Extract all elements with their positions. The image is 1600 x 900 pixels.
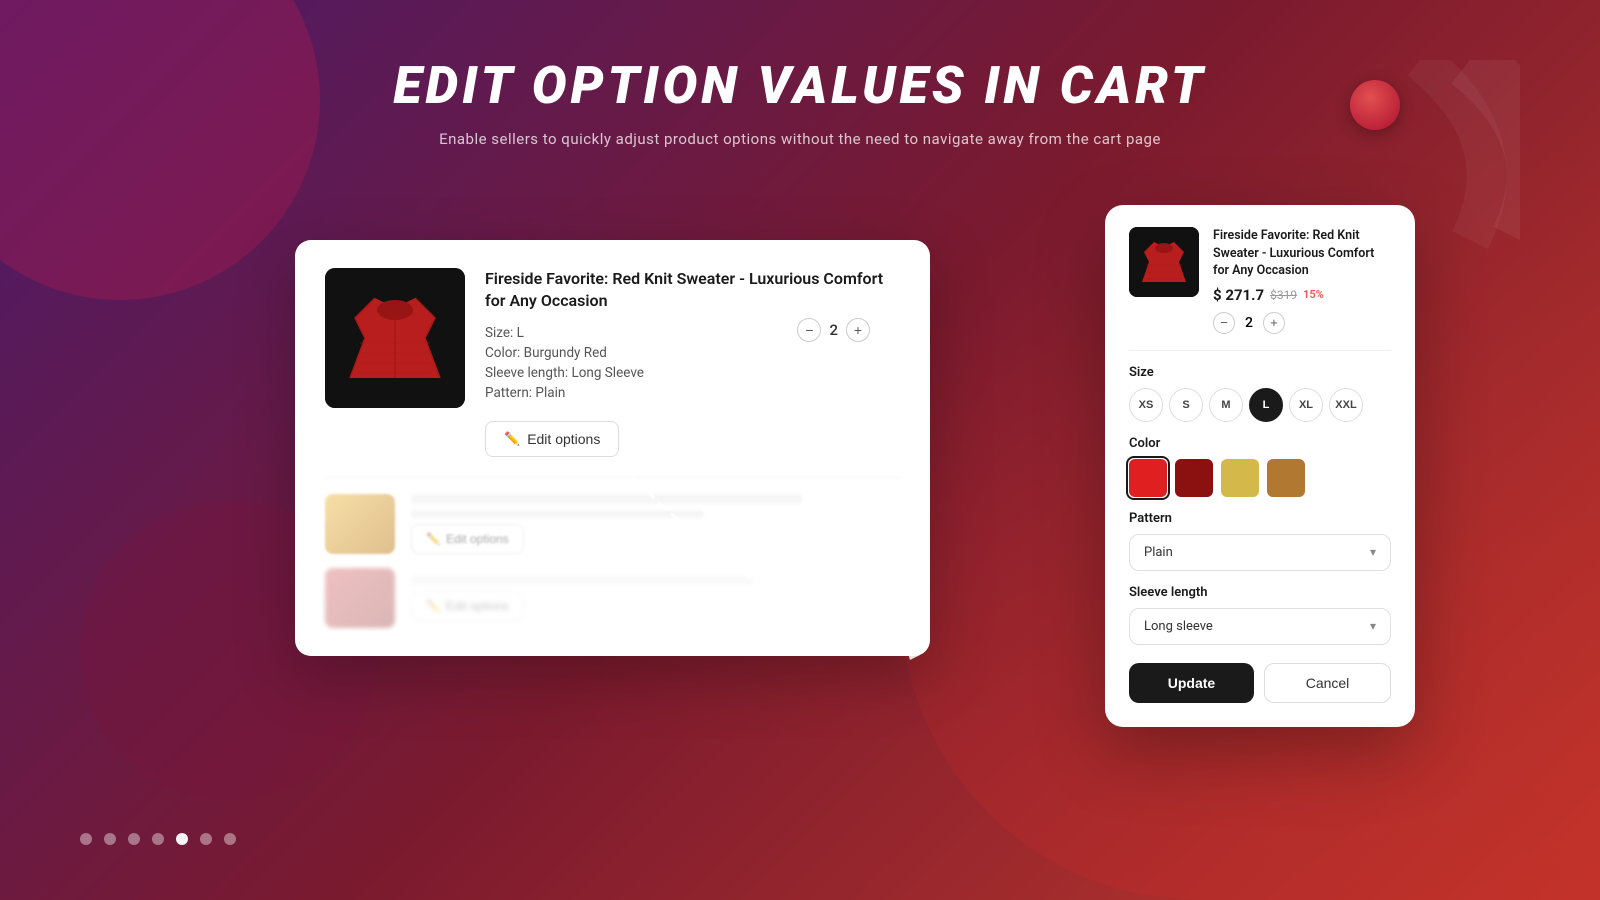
- sleeve-option-section: Sleeve length Long sleeve ▾: [1129, 585, 1391, 645]
- cart-item-2-image: [325, 494, 395, 554]
- pattern-label: Pattern: [1129, 511, 1391, 526]
- size-btn-l[interactable]: L: [1249, 388, 1283, 422]
- size-label: Size: [1129, 365, 1391, 380]
- dot-6[interactable]: [200, 833, 212, 845]
- color-swatch-red[interactable]: [1129, 459, 1167, 497]
- pattern-option-section: Pattern Plain ▾: [1129, 511, 1391, 571]
- edit-options-label-2: Edit options: [446, 532, 509, 546]
- modal-qty-increase[interactable]: +: [1263, 312, 1285, 334]
- chevron-down-icon: ▾: [1370, 545, 1376, 559]
- page-subtitle: Enable sellers to quickly adjust product…: [0, 130, 1600, 148]
- pagination-dots: [80, 833, 236, 845]
- modal-price-old: $319: [1270, 288, 1297, 302]
- cart-item-1: Fireside Favorite: Red Knit Sweater - Lu…: [325, 268, 900, 457]
- cart-item-image: [325, 268, 465, 408]
- cart-item-sleeve: Sleeve length: Long Sleeve: [485, 365, 900, 381]
- dot-7[interactable]: [224, 833, 236, 845]
- modal-product-thumbnail: [1129, 227, 1199, 297]
- qty-increase-button[interactable]: +: [846, 318, 870, 342]
- bg-decoration-circle-1: [0, 0, 320, 300]
- qty-value: 2: [829, 321, 838, 339]
- cancel-button[interactable]: Cancel: [1264, 663, 1391, 703]
- size-option-section: Size XS S M L XL XXL: [1129, 365, 1391, 422]
- modal-qty-controls: − 2 +: [1213, 312, 1391, 334]
- dot-4[interactable]: [152, 833, 164, 845]
- modal-product-info: Fireside Favorite: Red Knit Sweater - Lu…: [1213, 227, 1391, 334]
- size-options: XS S M L XL XXL: [1129, 388, 1391, 422]
- sleeve-dropdown[interactable]: Long sleeve ▾: [1129, 608, 1391, 645]
- pencil-icon-3: ✏️: [426, 599, 441, 613]
- qty-decrease-button[interactable]: −: [797, 318, 821, 342]
- edit-options-modal: Fireside Favorite: Red Knit Sweater - Lu…: [1105, 205, 1415, 727]
- size-btn-s[interactable]: S: [1169, 388, 1203, 422]
- color-options: [1129, 459, 1391, 497]
- color-swatch-brown[interactable]: [1267, 459, 1305, 497]
- cart-item-color: Color: Burgundy Red: [485, 345, 900, 361]
- dot-5-active[interactable]: [176, 833, 188, 845]
- modal-product-header: Fireside Favorite: Red Knit Sweater - Lu…: [1129, 227, 1391, 334]
- size-btn-xxl[interactable]: XXL: [1329, 388, 1363, 422]
- cart-item-details: Fireside Favorite: Red Knit Sweater - Lu…: [485, 268, 900, 457]
- cart-item-title: Fireside Favorite: Red Knit Sweater - Lu…: [485, 268, 900, 313]
- color-label: Color: [1129, 436, 1391, 451]
- pencil-icon: ✏️: [504, 431, 520, 447]
- modal-qty-decrease[interactable]: −: [1213, 312, 1235, 334]
- color-option-section: Color: [1129, 436, 1391, 497]
- update-button[interactable]: Update: [1129, 663, 1254, 703]
- chevron-down-icon-2: ▾: [1370, 619, 1376, 633]
- dot-2[interactable]: [104, 833, 116, 845]
- dot-3[interactable]: [128, 833, 140, 845]
- size-btn-m[interactable]: M: [1209, 388, 1243, 422]
- edit-options-label-3: Edit options: [446, 599, 509, 613]
- pattern-value: Plain: [1144, 545, 1173, 560]
- color-swatch-dark-red[interactable]: [1175, 459, 1213, 497]
- cart-item-pattern: Pattern: Plain: [485, 385, 900, 401]
- modal-qty-value: 2: [1245, 315, 1253, 331]
- dot-1[interactable]: [80, 833, 92, 845]
- edit-options-button-3[interactable]: ✏️ Edit options: [411, 591, 524, 621]
- cart-item-3-image: [325, 568, 395, 628]
- modal-product-title: Fireside Favorite: Red Knit Sweater - Lu…: [1213, 227, 1391, 280]
- color-swatch-yellow[interactable]: [1221, 459, 1259, 497]
- sleeve-value: Long sleeve: [1144, 619, 1213, 634]
- sleeve-label: Sleeve length: [1129, 585, 1391, 600]
- dashed-arrow: [610, 455, 930, 705]
- modal-pricing: $ 271.7 $319 15%: [1213, 286, 1391, 304]
- size-btn-xs[interactable]: XS: [1129, 388, 1163, 422]
- size-btn-xl[interactable]: XL: [1289, 388, 1323, 422]
- red-circle-decoration: [1350, 80, 1400, 130]
- modal-actions: Update Cancel: [1129, 663, 1391, 703]
- edit-options-label: Edit options: [527, 431, 600, 447]
- edit-options-button-2[interactable]: ✏️ Edit options: [411, 524, 524, 554]
- modal-price-new: $ 271.7: [1213, 286, 1264, 304]
- pattern-dropdown[interactable]: Plain ▾: [1129, 534, 1391, 571]
- pencil-icon-2: ✏️: [426, 532, 441, 546]
- modal-divider: [1129, 350, 1391, 351]
- cart-item-qty-controls: − 2 +: [797, 318, 870, 342]
- edit-options-button[interactable]: ✏️ Edit options: [485, 421, 619, 457]
- modal-discount-badge: 15%: [1303, 288, 1324, 301]
